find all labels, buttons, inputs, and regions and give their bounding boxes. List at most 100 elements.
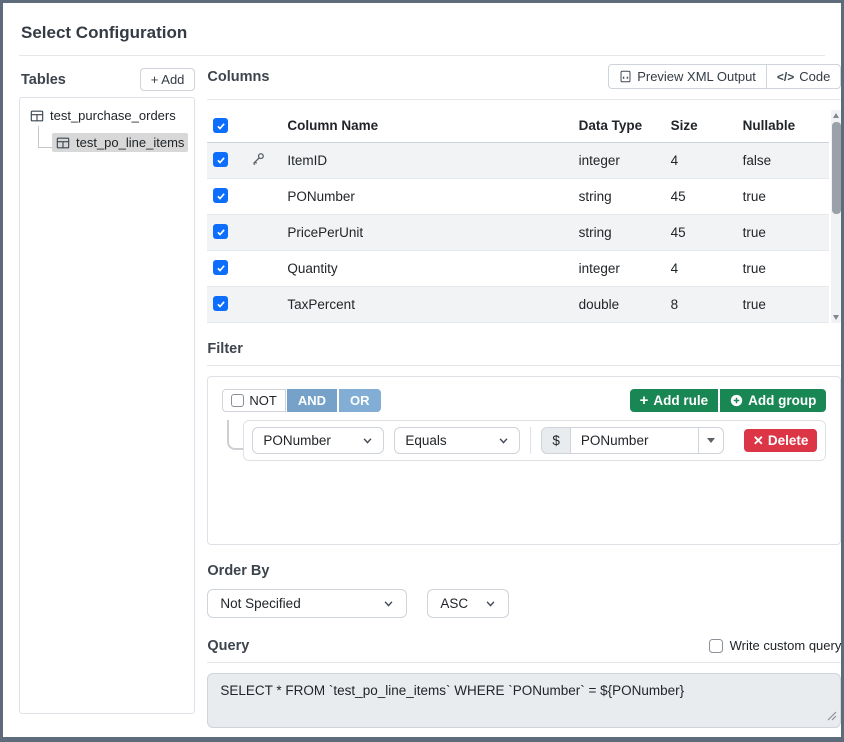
add-buttons: + Add rule Add group — [630, 389, 827, 412]
column-checkbox[interactable] — [213, 224, 228, 239]
title-divider — [19, 55, 825, 56]
size-cell: 4 — [665, 250, 737, 286]
scroll-down-arrow-icon[interactable] — [831, 313, 842, 323]
rule-field-select[interactable]: PONumber — [252, 427, 384, 454]
query-header: Query Write custom query — [207, 638, 841, 654]
configuration-panel: Columns Preview XML Output </> C — [207, 64, 841, 728]
tree-item-test-po-line-items[interactable]: test_po_line_items — [52, 133, 188, 152]
nullable-cell: true — [737, 286, 829, 322]
nullable-cell: true — [737, 250, 829, 286]
order-direction-select[interactable]: ASC — [427, 589, 509, 618]
size-cell: 4 — [665, 142, 737, 178]
header-data-type: Data Type — [573, 110, 665, 142]
group-condition-toggle: NOT AND OR — [222, 389, 380, 412]
tree-item-test-purchase-orders[interactable]: test_purchase_orders — [26, 106, 180, 125]
scroll-up-arrow-icon[interactable] — [831, 110, 842, 120]
columns-toolbar: Columns Preview XML Output </> C — [207, 64, 841, 89]
chevron-down-icon — [383, 598, 394, 609]
columns-scrollbar[interactable] — [831, 110, 842, 323]
order-by-heading: Order By — [207, 563, 841, 579]
select-all-checkbox[interactable] — [213, 118, 228, 133]
output-button-group: Preview XML Output </> Code — [608, 64, 841, 89]
tree-connector-line — [38, 126, 52, 148]
filter-rule: PONumber Equals — [243, 420, 826, 461]
column-row: Quantity integer 4 true — [207, 250, 828, 286]
columns-table: Column Name Data Type Size Nullable — [207, 110, 828, 323]
page-title: Select Configuration — [21, 23, 825, 43]
add-table-button[interactable]: + Add — [140, 68, 196, 91]
column-checkbox[interactable] — [213, 260, 228, 275]
column-checkbox[interactable] — [213, 188, 228, 203]
or-toggle-button[interactable]: OR — [339, 389, 381, 412]
scrollbar-thumb[interactable] — [832, 122, 841, 214]
not-checkbox[interactable] — [231, 394, 244, 407]
code-button[interactable]: </> Code — [767, 64, 841, 89]
data-type-cell: string — [573, 178, 665, 214]
column-checkbox[interactable] — [213, 152, 228, 167]
size-cell: 45 — [665, 178, 737, 214]
preview-xml-output-label: Preview XML Output — [637, 69, 756, 84]
write-custom-query-toggle[interactable]: Write custom query — [709, 638, 842, 653]
rule-value-input-group: $ — [541, 427, 724, 454]
order-direction-value: ASC — [440, 596, 468, 611]
add-rule-button[interactable]: + Add rule — [630, 389, 719, 412]
nullable-cell: true — [737, 214, 829, 250]
delete-rule-button[interactable]: ✕ Delete — [744, 429, 817, 452]
header-column-name: Column Name — [281, 110, 572, 142]
table-icon — [30, 109, 44, 123]
filter-group-header: NOT AND OR + Add rule — [222, 389, 826, 412]
rule-value-input[interactable] — [571, 427, 699, 454]
column-name-cell: PONumber — [281, 178, 572, 214]
caret-down-icon — [707, 438, 715, 443]
size-cell: 8 — [665, 286, 737, 322]
query-textarea[interactable]: SELECT * FROM `test_po_line_items` WHERE… — [207, 673, 841, 728]
column-name-cell: ItemID — [281, 142, 572, 178]
and-toggle-button[interactable]: AND — [287, 389, 337, 412]
order-by-field-value: Not Specified — [220, 596, 300, 611]
add-rule-label: Add rule — [653, 393, 708, 408]
column-name-cell: PricePerUnit — [281, 214, 572, 250]
circled-plus-icon — [730, 394, 743, 407]
chevron-down-icon — [498, 435, 509, 446]
rule-operator-select[interactable]: Equals — [394, 427, 520, 454]
columns-table-body: ItemID integer 4 false PONumber string 4… — [207, 142, 828, 322]
preview-xml-output-button[interactable]: Preview XML Output — [608, 64, 767, 89]
main-layout: Tables + Add test_purchase_orders — [19, 64, 825, 728]
query-heading: Query — [207, 638, 249, 654]
tree-item-label: test_po_line_items — [76, 135, 184, 150]
columns-table-wrap: Column Name Data Type Size Nullable — [207, 110, 841, 323]
query-text: SELECT * FROM `test_po_line_items` WHERE… — [220, 683, 684, 698]
rule-divider — [530, 427, 531, 454]
tables-header: Tables + Add — [19, 64, 195, 97]
column-row: PricePerUnit string 45 true — [207, 214, 828, 250]
x-icon: ✕ — [753, 434, 764, 447]
order-by-field-select[interactable]: Not Specified — [207, 589, 407, 618]
nullable-cell: false — [737, 142, 829, 178]
tree-item-label: test_purchase_orders — [50, 108, 176, 123]
not-label: NOT — [249, 393, 276, 408]
tables-tree: test_purchase_orders test_po_line_items — [19, 97, 195, 714]
dollar-prefix: $ — [541, 427, 571, 454]
add-group-button[interactable]: Add group — [720, 389, 826, 412]
table-icon — [56, 136, 70, 150]
size-cell: 45 — [665, 214, 737, 250]
data-type-cell: string — [573, 214, 665, 250]
plus-icon: + — [640, 393, 649, 408]
column-name-cell: Quantity — [281, 250, 572, 286]
column-checkbox[interactable] — [213, 296, 228, 311]
file-code-icon — [619, 70, 632, 83]
nullable-cell: true — [737, 178, 829, 214]
header-size: Size — [665, 110, 737, 142]
filter-builder: NOT AND OR + Add rule — [207, 376, 841, 545]
chevron-down-icon — [362, 435, 373, 446]
columns-divider — [207, 99, 841, 100]
order-by-controls: Not Specified ASC — [207, 589, 841, 618]
header-nullable: Nullable — [737, 110, 829, 142]
write-custom-query-checkbox[interactable] — [709, 639, 723, 653]
not-toggle[interactable]: NOT — [222, 389, 285, 412]
filter-divider — [207, 365, 841, 366]
value-dropdown-toggle[interactable] — [698, 427, 724, 454]
code-label: Code — [799, 69, 830, 84]
column-name-cell: TaxPercent — [281, 286, 572, 322]
resize-handle-icon[interactable] — [827, 709, 837, 724]
